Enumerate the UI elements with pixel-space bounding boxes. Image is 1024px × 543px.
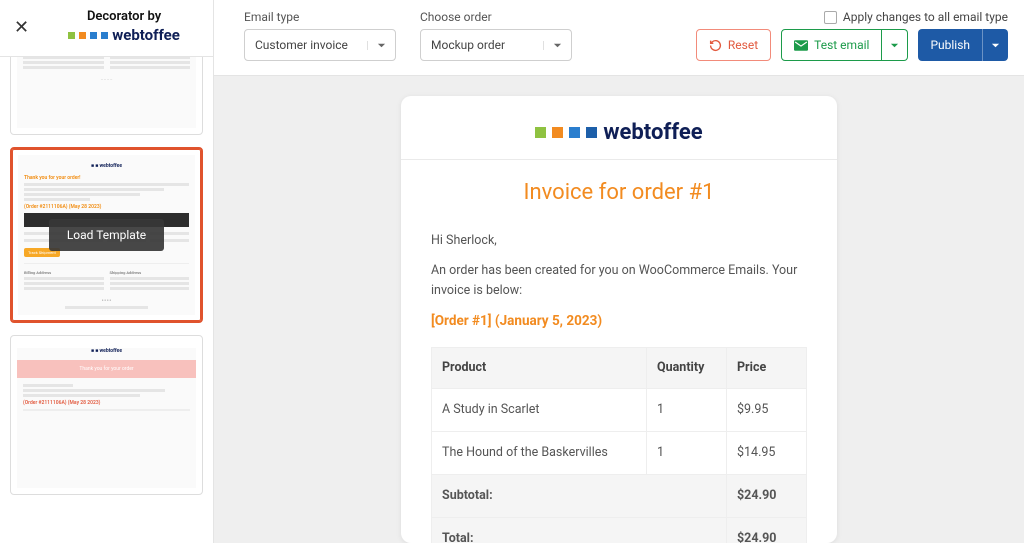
test-email-dropdown[interactable] [882, 29, 908, 61]
mail-icon [794, 40, 808, 51]
test-email-group: Test email [781, 29, 908, 61]
email-logo-text: webtoffee [603, 120, 702, 145]
template-list[interactable]: Track Shipment Billing Address Shipping … [0, 57, 213, 543]
brand-logo: webtoffee [43, 27, 205, 44]
chevron-down-icon[interactable] [543, 41, 571, 50]
template-card[interactable]: Track Shipment Billing Address Shipping … [10, 57, 203, 135]
publish-group: Publish [918, 29, 1008, 61]
email-logo: webtoffee [431, 120, 807, 145]
email-type-field: Email type Customer invoice [244, 10, 396, 61]
email-order-link[interactable]: [Order #1] (January 5, 2023) [431, 311, 807, 333]
order-table: Product Quantity Price A Study in Scarle… [431, 347, 807, 543]
choose-order-label: Choose order [420, 10, 572, 24]
choose-order-select[interactable]: Mockup order [420, 29, 572, 61]
test-email-button[interactable]: Test email [781, 29, 882, 61]
choose-order-value: Mockup order [421, 38, 543, 52]
publish-button[interactable]: Publish [918, 29, 982, 61]
apply-all-label: Apply changes to all email type [843, 10, 1008, 24]
email-body: Hi Sherlock, An order has been created f… [431, 231, 807, 543]
email-greeting: Hi Sherlock, [431, 231, 807, 251]
total-row: Total: $24.90 [432, 517, 807, 543]
email-type-select[interactable]: Customer invoice [244, 29, 396, 61]
brand: Decorator by webtoffee [43, 10, 205, 44]
publish-dropdown[interactable] [982, 29, 1008, 61]
email-intro: An order has been created for you on Woo… [431, 261, 807, 301]
checkbox-icon[interactable] [824, 11, 837, 24]
th-price: Price [727, 347, 807, 388]
subtotal-row: Subtotal: $24.90 [432, 474, 807, 517]
sidebar-header: ✕ Decorator by webtoffee [0, 0, 213, 57]
reset-button[interactable]: Reset [696, 29, 771, 61]
email-preview: webtoffee Invoice for order #1 Hi Sherlo… [401, 96, 837, 543]
chevron-down-icon [890, 41, 899, 50]
table-row: The Hound of the Baskervilles 1 $14.95 [432, 431, 807, 474]
template-card[interactable]: ■ ■ webtoffee Thank you for your order (… [10, 335, 203, 495]
email-type-value: Customer invoice [245, 38, 367, 52]
email-type-label: Email type [244, 10, 396, 24]
table-row: A Study in Scarlet 1 $9.95 [432, 388, 807, 431]
brand-name: webtoffee [112, 27, 180, 44]
close-icon[interactable]: ✕ [8, 13, 35, 42]
template-card-selected[interactable]: ■ ■ webtoffee Thank you for your order! … [10, 147, 203, 323]
template-sidebar: ✕ Decorator by webtoffee [0, 0, 214, 543]
chevron-down-icon[interactable] [367, 41, 395, 50]
th-qty: Quantity [647, 347, 727, 388]
choose-order-field: Choose order Mockup order [420, 10, 572, 61]
brand-tagline: Decorator by [43, 10, 205, 25]
apply-all-checkbox[interactable]: Apply changes to all email type [824, 10, 1008, 24]
email-title: Invoice for order #1 [431, 180, 807, 205]
reset-icon [709, 39, 722, 52]
load-template-button[interactable]: Load Template [49, 219, 164, 251]
main-area: Apply changes to all email type Email ty… [214, 0, 1024, 543]
th-product: Product [432, 347, 647, 388]
chevron-down-icon [991, 41, 1000, 50]
preview-canvas[interactable]: webtoffee Invoice for order #1 Hi Sherlo… [214, 76, 1024, 543]
